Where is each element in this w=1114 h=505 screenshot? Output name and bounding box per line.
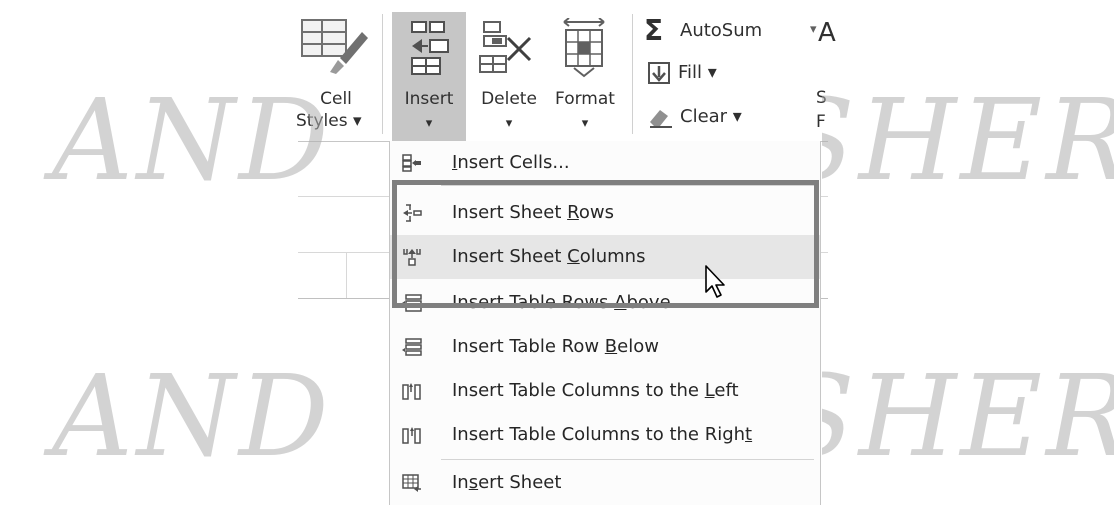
watermark-right-top: SHER: [822, 76, 1114, 206]
menu-item-insert-table-row-below[interactable]: Insert Table Row Below: [390, 325, 820, 369]
delete-button[interactable]: Delete ▾: [472, 12, 546, 137]
menu-item-insert-sheet[interactable]: Insert Sheet: [390, 461, 820, 505]
cell-styles-icon: [301, 19, 368, 74]
format-label: Format: [555, 89, 615, 109]
menu-item-insert-table-columns-right[interactable]: Insert Table Columns to the Right: [390, 413, 820, 457]
autosum-label: AutoSum: [680, 20, 763, 41]
format-icon: [563, 18, 605, 78]
grid-line: [346, 252, 347, 298]
insert-label: Insert: [404, 89, 454, 109]
menu-item-insert-table-columns-left[interactable]: Insert Table Columns to the Left: [390, 369, 820, 413]
insert-cells-icon: [402, 154, 421, 172]
ribbon-divider: [632, 14, 633, 134]
insert-table-columns-right-icon: [402, 427, 421, 444]
insert-table-columns-left-icon: [402, 383, 421, 400]
delete-icon: [479, 21, 532, 73]
ribbon-divider: [382, 14, 383, 134]
menu-item-insert-cells[interactable]: Insert Cells...: [390, 141, 820, 185]
menu-item-label: Insert Table Row Below: [452, 336, 659, 357]
delete-label: Delete: [481, 89, 537, 109]
delete-dropdown-arrow: ▾: [505, 116, 513, 131]
eraser-icon: [650, 110, 672, 128]
menu-item-label: Insert Cells...: [452, 152, 570, 173]
ribbon: Cell Styles ▾ Insert ▾ Delete ▾ Format ▾…: [296, 0, 838, 141]
watermark-right-bottom: SHER: [822, 352, 1114, 482]
clear-button[interactable]: Clear ▾: [648, 104, 758, 134]
menu-item-label: Insert Table Columns to the Left: [452, 380, 739, 401]
sort-az-icon: A: [818, 18, 836, 48]
watermark-left-bottom: AND: [52, 352, 333, 482]
insert-button[interactable]: Insert ▾: [392, 12, 466, 141]
insert-icon: [411, 21, 449, 75]
mouse-pointer-icon: [705, 265, 725, 298]
insert-dropdown-arrow: ▾: [425, 116, 433, 131]
autosum-button[interactable]: Σ AutoSum ▾: [644, 14, 824, 50]
fill-down-icon: [648, 62, 670, 84]
menu-item-label: Insert Table Columns to the Right: [452, 424, 753, 445]
menu-item-label: Insert Sheet: [452, 472, 562, 493]
highlight-box: [392, 180, 819, 308]
format-dropdown-arrow: ▾: [581, 116, 589, 131]
clear-label: Clear ▾: [680, 106, 742, 127]
insert-sheet-icon: [402, 474, 421, 492]
fill-label: Fill ▾: [678, 62, 717, 83]
sigma-icon: Σ: [644, 14, 664, 47]
fill-button[interactable]: Fill ▾: [648, 60, 758, 90]
watermark-left-top: AND: [52, 76, 333, 206]
menu-separator: [441, 459, 814, 460]
format-button[interactable]: Format ▾: [548, 12, 622, 137]
insert-table-row-below-icon: [402, 338, 422, 356]
